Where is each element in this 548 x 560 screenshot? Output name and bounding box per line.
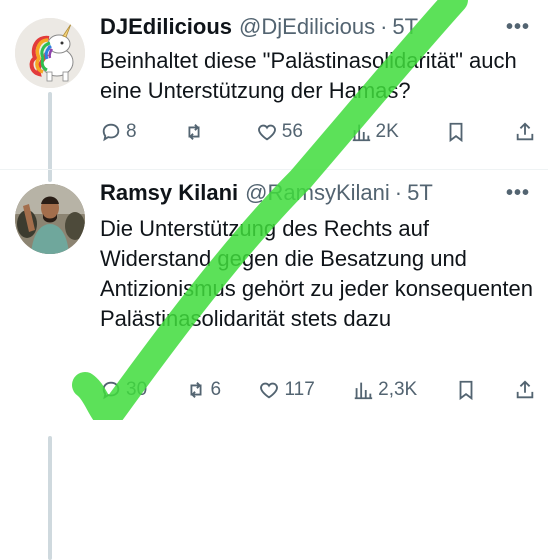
views-count: 2K (375, 121, 399, 142)
retweet-count: 6 (210, 379, 222, 400)
thread-connector-line (48, 436, 52, 560)
heart-icon (260, 382, 279, 399)
bookmark-icon (459, 380, 473, 401)
views-button[interactable]: 2,3K (352, 379, 417, 401)
tweet-timestamp[interactable]: 5T (392, 14, 418, 40)
tweet-timestamp[interactable]: 5T (407, 180, 433, 206)
author-handle[interactable]: @DjEdilicious (239, 14, 375, 40)
tweet-actions: 8 56 2K (100, 119, 536, 145)
author-name[interactable]: DJEdilicious (100, 14, 232, 40)
tweet-header: DJEdilicious @DjEdilicious · 5T (100, 14, 538, 40)
bookmark-button[interactable] (445, 121, 467, 143)
tweet-text: Beinhaltet diese "Palästinasolidarität" … (100, 48, 517, 103)
heart-icon (257, 124, 276, 141)
author-name[interactable]: Ramsy Kilani (100, 180, 238, 206)
retweet-button[interactable] (183, 121, 209, 143)
tweet-header: Ramsy Kilani @RamsyKilani · 5T (100, 180, 538, 206)
bookmark-button[interactable] (455, 379, 477, 401)
share-button[interactable] (514, 121, 536, 143)
tweet-1[interactable]: DJEdilicious @DjEdilicious · 5T ••• Bein… (0, 0, 548, 182)
views-count: 2,3K (378, 379, 418, 400)
avatar-unicorn[interactable] (15, 18, 85, 88)
tweet-text: Die Unterstützung des Rechts auf Widerst… (100, 216, 533, 331)
views-button[interactable]: 2K (350, 121, 399, 143)
unicorn-avatar-image (15, 18, 85, 88)
retweet-icon (190, 382, 202, 398)
views-icon (352, 124, 370, 142)
profile-photo (15, 184, 85, 254)
author-handle[interactable]: @RamsyKilani (245, 180, 390, 206)
separator-dot: · (394, 180, 403, 205)
like-count: 56 (281, 121, 303, 142)
tweet-actions: 30 6 117 2,3K (100, 377, 536, 403)
reply-icon (102, 123, 120, 142)
like-button[interactable]: 117 (258, 379, 315, 401)
retweet-button[interactable]: 6 (185, 379, 222, 401)
reply-icon (102, 381, 120, 400)
more-horizontal-icon[interactable]: ••• (506, 182, 530, 205)
avatar-ramsy[interactable] (15, 184, 85, 254)
separator-dot: · (380, 14, 388, 39)
views-icon (354, 382, 373, 400)
retweet-icon (188, 124, 200, 140)
share-icon (516, 122, 534, 141)
reply-count: 30 (126, 379, 148, 400)
tweet-2[interactable]: Ramsy Kilani @RamsyKilani · 5T ••• Die U… (0, 170, 548, 560)
share-icon (516, 380, 534, 399)
like-button[interactable]: 56 (256, 121, 303, 143)
reply-button[interactable]: 8 (100, 121, 137, 143)
reply-count: 8 (126, 121, 137, 142)
reply-button[interactable]: 30 (100, 379, 147, 401)
like-count: 117 (284, 379, 315, 400)
share-button[interactable] (514, 379, 536, 401)
bookmark-icon (449, 122, 463, 143)
more-horizontal-icon[interactable]: ••• (506, 16, 530, 39)
